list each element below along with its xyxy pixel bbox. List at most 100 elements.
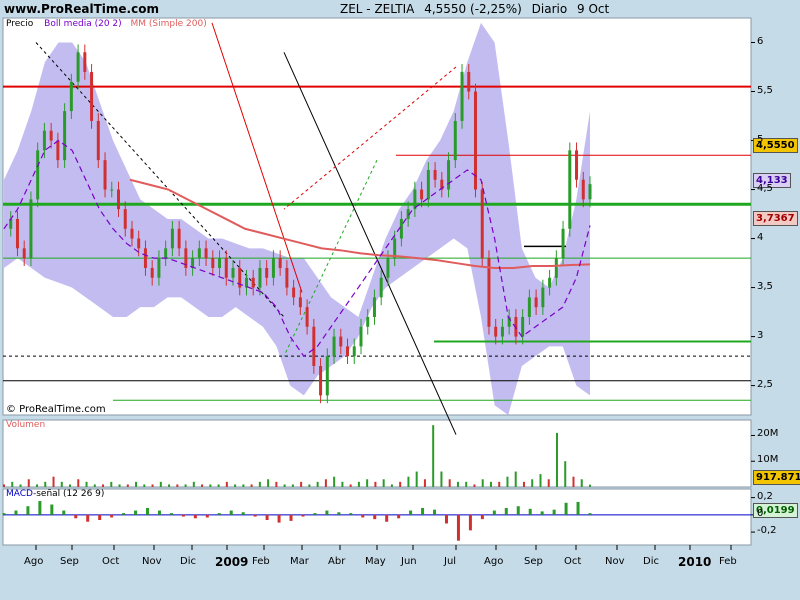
price-candle-body (339, 336, 343, 347)
price-candle-body (420, 189, 424, 200)
volume-panel-bg (2, 419, 752, 488)
macd-bar (325, 510, 329, 515)
macd-bar (38, 501, 42, 515)
volume-bar (415, 471, 418, 487)
volume-bar (60, 481, 63, 487)
macd-bar (516, 506, 520, 515)
x-tick-label: Ago (24, 556, 44, 567)
price-candle-body (231, 267, 235, 278)
volume-bar (151, 484, 154, 487)
macd-bar (337, 512, 341, 515)
volume-bar (407, 476, 410, 487)
macd-bar (540, 511, 544, 515)
price-candle-body (292, 287, 296, 298)
volume-bar (308, 484, 311, 487)
macd-bar (313, 513, 317, 515)
volume-bar (531, 479, 534, 487)
volume-bar (209, 484, 212, 487)
volume-bar (448, 479, 451, 487)
volume-bar (126, 484, 129, 487)
macd-bar (134, 510, 138, 515)
macd-bar (169, 513, 173, 515)
price-candle-body (164, 248, 168, 259)
price-candle-body (319, 365, 323, 396)
price-candle-body (399, 218, 403, 239)
x-tick-label: Jun (401, 556, 417, 567)
volume-bar (143, 484, 146, 487)
volume-bar (564, 461, 567, 487)
volume-bar (465, 481, 468, 487)
price-candle-body (359, 326, 363, 347)
volume-bar (225, 481, 228, 487)
price-candle-body (568, 150, 572, 229)
macd-bar (265, 514, 269, 521)
price-candle-body (527, 297, 531, 317)
macd-bar (241, 512, 245, 515)
volume-bar (300, 481, 303, 487)
volume-bar (316, 481, 319, 487)
price-candle-body (312, 326, 316, 366)
x-tick-label: Oct (102, 556, 120, 567)
volume-bar (176, 484, 179, 487)
macd-bar (409, 510, 413, 515)
legend-ma200: MM (Simple 200) (130, 19, 207, 29)
volume-bar (291, 484, 294, 487)
price-y-tick: 5,5 (757, 84, 773, 96)
chart-svg (2, 17, 755, 550)
macd-bar (277, 514, 281, 523)
volume-last-box: 917.871 (753, 470, 800, 485)
price-candle-body (96, 120, 100, 161)
macd-legend: MACD-señal (12 26 9) (6, 489, 105, 499)
x-tick-label: May (365, 556, 386, 567)
price-candle-body (83, 52, 87, 72)
macd-bar (217, 513, 221, 515)
price-y-tick: 3 (757, 329, 764, 341)
price-candle-body (554, 258, 558, 278)
price-candle-body (588, 184, 592, 200)
x-tick-label: Nov (605, 556, 625, 567)
price-candle-body (258, 267, 262, 288)
macd-y-tick: 0 (757, 507, 764, 519)
price-candle-body (548, 277, 552, 288)
volume-bar (93, 484, 96, 487)
macd-bar (528, 508, 532, 515)
x-tick-label: Mar (290, 556, 309, 567)
volume-bar (423, 479, 426, 487)
volume-legend: Volumen (6, 420, 46, 430)
price-y-tick: 4 (757, 231, 764, 243)
volume-bar (572, 476, 575, 487)
volume-bar (589, 484, 591, 487)
price-candle-body (460, 71, 464, 121)
price-candle-body (575, 150, 579, 180)
macd-bar (74, 514, 78, 519)
price-candle-body (332, 336, 336, 357)
price-legend: Precio Boll media (20 2) MM (Simple 200) (6, 19, 207, 29)
volume-bar (201, 484, 204, 487)
price-candle-body (15, 218, 19, 249)
macd-bar (492, 510, 496, 515)
volume-bar (135, 481, 138, 487)
macd-bar (349, 513, 353, 515)
macd-bar (456, 514, 460, 541)
price-y-tick: 6 (757, 35, 764, 47)
price-candle-body (123, 209, 127, 229)
price-candle-body (379, 277, 383, 298)
price-candle-body (251, 277, 255, 288)
price-candle-body (143, 248, 147, 268)
volume-bar (349, 484, 352, 487)
volume-bar (333, 476, 336, 487)
volume-bar (324, 479, 327, 487)
copyright: © ProRealTime.com (6, 404, 106, 415)
volume-bar (159, 481, 162, 487)
macd-bar (2, 513, 6, 515)
macd-bar (157, 510, 161, 515)
price-candle-body (76, 52, 80, 82)
price-candle-body (36, 150, 40, 200)
macd-bar (110, 514, 114, 518)
macd-bar (26, 506, 30, 515)
volume-bar (399, 481, 402, 487)
volume-bar (168, 484, 171, 487)
price-candle-body (42, 130, 46, 151)
x-tick-label: Nov (142, 556, 162, 567)
volume-bar (217, 484, 220, 487)
